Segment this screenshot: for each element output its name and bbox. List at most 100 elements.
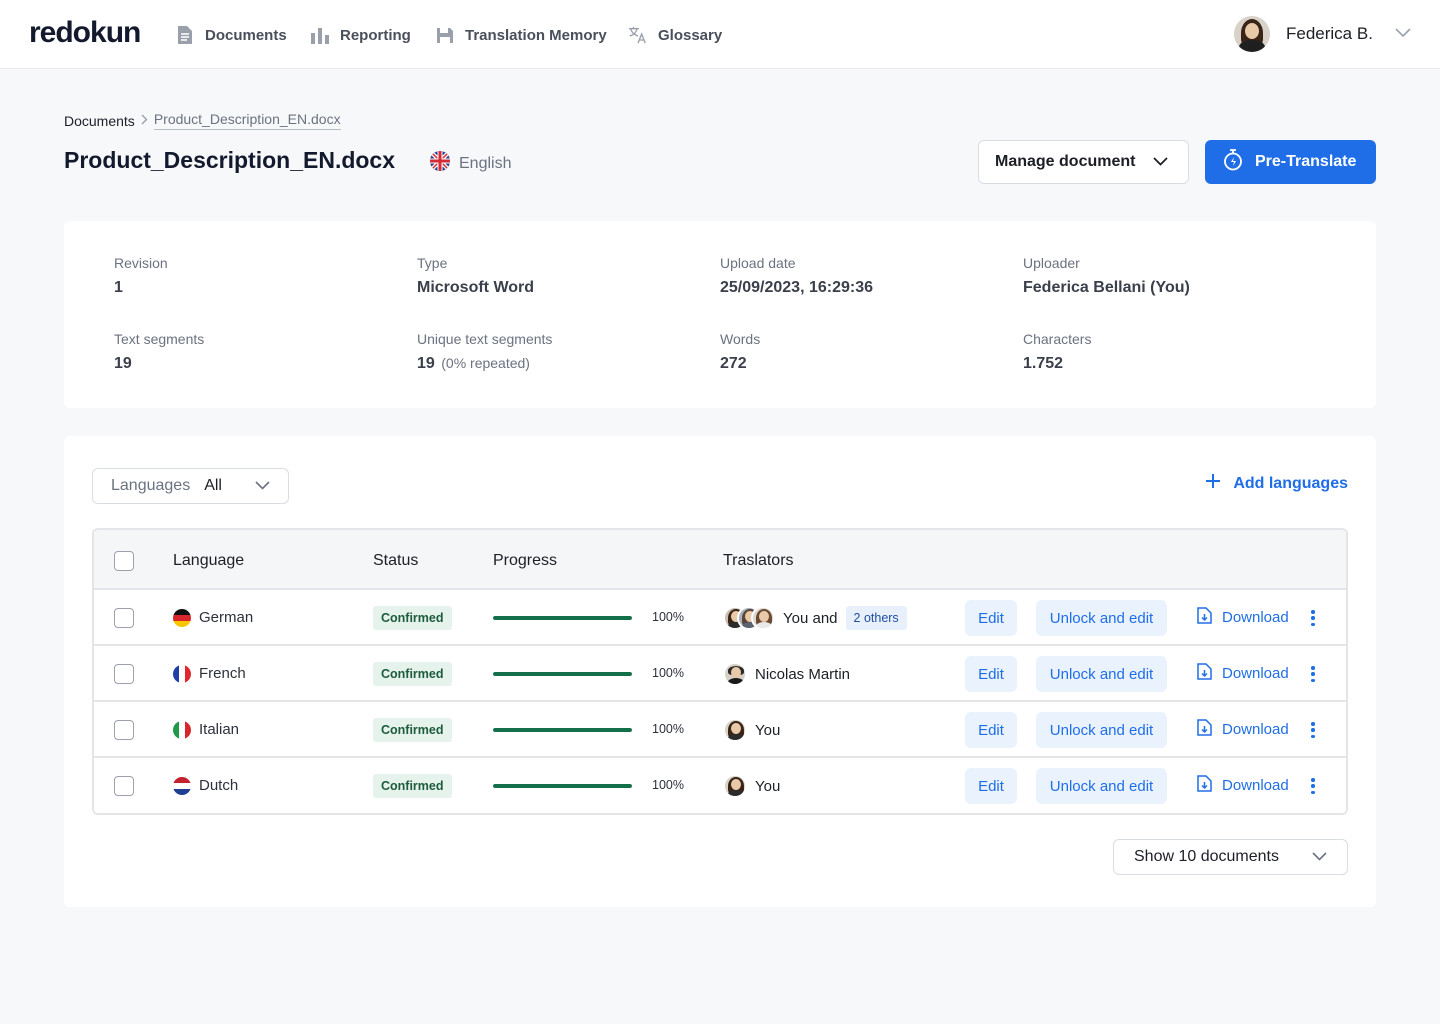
info-value: 19 [114, 355, 132, 372]
status-badge: Confirmed [373, 662, 452, 686]
download-file-icon [1197, 719, 1212, 740]
translators-cell: You and 2 others [723, 605, 907, 631]
source-language-tag: English [430, 151, 511, 176]
unlock-and-edit-button[interactable]: Unlock and edit [1036, 656, 1167, 692]
progress-percent: 100% [652, 610, 684, 624]
download-label: Download [1222, 721, 1289, 738]
languages-filter-dropdown[interactable]: Languages All [92, 468, 289, 504]
column-status[interactable]: Status [373, 552, 418, 570]
row-checkbox[interactable] [114, 664, 134, 684]
download-button[interactable]: Download [1197, 775, 1289, 796]
stopwatch-bolt-icon [1223, 148, 1243, 176]
progress-bar [493, 672, 632, 676]
source-language-label: English [459, 154, 512, 172]
table-row: French Confirmed 100% Nicolas Martin Edi… [94, 646, 1346, 702]
download-button[interactable]: Download [1197, 607, 1289, 628]
select-all-checkbox[interactable] [114, 551, 134, 571]
translator-avatar [723, 774, 747, 798]
edit-button[interactable]: Edit [965, 600, 1017, 636]
breadcrumb-current[interactable]: Product_Description_EN.docx [153, 111, 341, 130]
nav-glossary[interactable]: Glossary [628, 22, 722, 48]
uk-flag-icon [430, 151, 450, 176]
language-name[interactable]: French [199, 665, 246, 682]
database-icon [435, 25, 455, 45]
more-options-icon[interactable] [1308, 664, 1318, 684]
edit-button[interactable]: Edit [965, 656, 1017, 692]
download-button[interactable]: Download [1197, 663, 1289, 684]
add-languages-label: Add languages [1233, 474, 1348, 492]
netherlands-flag-icon [173, 777, 191, 795]
column-progress[interactable]: Progress [493, 552, 557, 570]
progress-bar [493, 784, 632, 788]
pre-translate-button[interactable]: Pre-Translate [1205, 140, 1376, 184]
row-checkbox[interactable] [114, 608, 134, 628]
chevron-down-icon [1395, 25, 1411, 43]
info-value: 1 [114, 279, 123, 296]
translator-name: You [755, 777, 781, 795]
nav-documents-label: Documents [205, 26, 287, 44]
nav-documents[interactable]: Documents [175, 22, 287, 48]
nav-translation-memory-label: Translation Memory [465, 26, 607, 44]
nav-reporting[interactable]: Reporting [310, 22, 411, 48]
progress-fill [493, 784, 632, 788]
more-options-icon[interactable] [1308, 776, 1318, 796]
languages-card: Languages All Add languages Language Sta… [64, 436, 1376, 907]
row-checkbox[interactable] [114, 720, 134, 740]
unlock-and-edit-button[interactable]: Unlock and edit [1036, 600, 1167, 636]
languages-filter-value: All [204, 477, 222, 494]
breadcrumb-documents-link[interactable]: Documents [64, 113, 135, 129]
progress-bar [493, 616, 632, 620]
nav-translation-memory[interactable]: Translation Memory [435, 22, 607, 48]
progress-fill [493, 672, 632, 676]
page-title: Product_Description_EN.docx [64, 147, 396, 173]
nav-glossary-label: Glossary [658, 26, 723, 44]
add-languages-button[interactable]: Add languages [1205, 473, 1348, 494]
info-value: Microsoft Word [417, 279, 535, 296]
edit-button[interactable]: Edit [965, 712, 1017, 748]
language-name[interactable]: Italian [199, 721, 239, 738]
progress-fill [493, 616, 632, 620]
translator-avatar [723, 662, 747, 686]
table-row: Dutch Confirmed 100% You Edit Unlock and… [94, 758, 1346, 813]
row-checkbox[interactable] [114, 776, 134, 796]
download-label: Download [1222, 609, 1289, 626]
column-translators[interactable]: Traslators [723, 552, 794, 570]
chevron-down-icon [255, 477, 270, 495]
translators-cell: You [723, 717, 780, 743]
more-options-icon[interactable] [1308, 720, 1318, 740]
page-size-dropdown[interactable]: Show 10 documents [1113, 839, 1348, 875]
chevron-down-icon [1153, 153, 1168, 171]
user-menu[interactable]: Federica B. [1234, 16, 1411, 52]
info-label: Text segments [114, 331, 205, 347]
download-label: Download [1222, 665, 1289, 682]
redokun-logo[interactable]: redokun [29, 16, 141, 50]
language-name[interactable]: Dutch [199, 777, 238, 794]
breadcrumb: Documents Product_Description_EN.docx [64, 111, 341, 130]
download-button[interactable]: Download [1197, 719, 1289, 740]
translators-cell: Nicolas Martin [723, 661, 850, 687]
translators-cell: You [723, 773, 780, 799]
translator-avatar [723, 718, 747, 742]
italy-flag-icon [173, 721, 191, 739]
translator-avatar [751, 606, 775, 630]
plus-icon [1205, 473, 1221, 494]
info-label: Unique text segments [417, 331, 553, 347]
unlock-and-edit-button[interactable]: Unlock and edit [1036, 768, 1167, 804]
progress-bar [493, 728, 632, 732]
edit-button[interactable]: Edit [965, 768, 1017, 804]
others-badge[interactable]: 2 others [845, 606, 907, 630]
info-upload-date: Upload date 25/09/2023, 16:29:36 [720, 255, 873, 297]
info-value: 1.752 [1023, 355, 1064, 372]
chevron-right-icon [141, 114, 148, 128]
manage-document-label: Manage document [995, 153, 1136, 170]
column-language[interactable]: Language [173, 552, 244, 570]
status-badge: Confirmed [373, 606, 452, 630]
unlock-and-edit-button[interactable]: Unlock and edit [1036, 712, 1167, 748]
nav-reporting-label: Reporting [340, 26, 411, 44]
manage-document-button[interactable]: Manage document [978, 140, 1189, 184]
language-name[interactable]: German [199, 609, 253, 626]
more-options-icon[interactable] [1308, 608, 1318, 628]
download-file-icon [1197, 663, 1212, 684]
info-label: Upload date [720, 255, 796, 271]
germany-flag-icon [173, 609, 191, 627]
